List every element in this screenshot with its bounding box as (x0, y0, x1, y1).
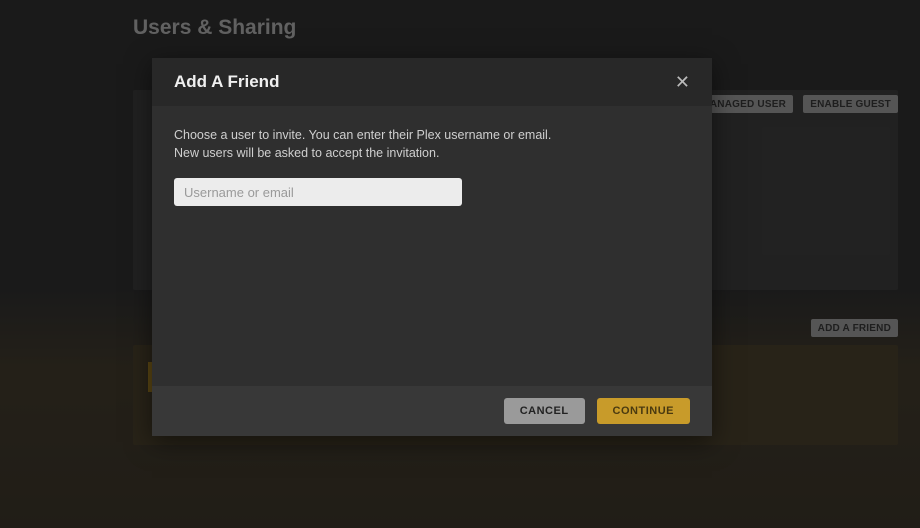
cancel-button[interactable]: CANCEL (504, 398, 585, 424)
modal-description-line1: Choose a user to invite. You can enter t… (174, 126, 690, 144)
modal-description-line2: New users will be asked to accept the in… (174, 144, 690, 162)
username-email-input[interactable] (174, 178, 462, 206)
modal-header: Add A Friend ✕ (152, 58, 712, 106)
add-friend-modal: Add A Friend ✕ Choose a user to invite. … (152, 58, 712, 436)
modal-title: Add A Friend (174, 72, 279, 92)
modal-body: Choose a user to invite. You can enter t… (152, 106, 712, 386)
modal-footer: CANCEL CONTINUE (152, 386, 712, 436)
continue-button[interactable]: CONTINUE (597, 398, 690, 424)
username-input-wrap (174, 178, 690, 206)
close-icon[interactable]: ✕ (675, 73, 690, 91)
